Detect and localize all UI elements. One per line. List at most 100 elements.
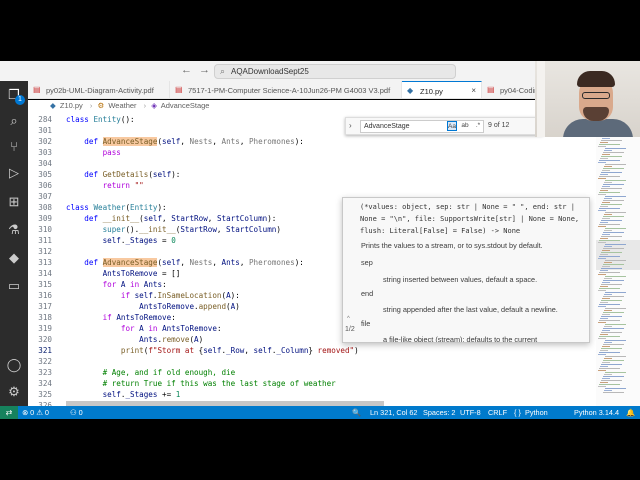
encoding[interactable]: UTF-8 bbox=[460, 408, 481, 417]
code-line[interactable]: 325 self._Stages += 1 bbox=[28, 389, 596, 400]
tab-z10-py[interactable]: ◆ Z10.py × bbox=[402, 81, 482, 98]
line-number: 310 bbox=[38, 225, 52, 234]
minimap-line bbox=[604, 150, 612, 151]
chevron-up-icon[interactable]: ^ bbox=[347, 316, 350, 322]
code-line[interactable]: 322 bbox=[28, 356, 596, 367]
python-interpreter[interactable]: Python 3.14.4 bbox=[574, 408, 619, 417]
minimap-line bbox=[601, 172, 622, 173]
minimap-line bbox=[599, 176, 620, 177]
indentation[interactable]: Spaces: 2 bbox=[423, 408, 455, 417]
minimap-line bbox=[604, 262, 612, 263]
back-arrow-icon[interactable]: ← bbox=[181, 64, 192, 76]
language-braces[interactable]: { } bbox=[514, 408, 521, 417]
minimap-line bbox=[599, 192, 620, 193]
find-widget: › AdvanceStage Aa ab .* 9 of 12 bbox=[345, 117, 543, 135]
minimap-line bbox=[603, 200, 624, 201]
zoom-icon[interactable]: 🔍 bbox=[352, 408, 361, 417]
minimap-line bbox=[601, 252, 622, 253]
code-line[interactable]: 324 # return True if this was the last s… bbox=[28, 378, 596, 389]
code-text: self._Stages = 0 bbox=[102, 236, 176, 245]
minimap-line bbox=[600, 158, 608, 159]
line-number: 316 bbox=[38, 291, 52, 300]
minimap-line bbox=[604, 230, 612, 231]
find-match-count: 9 of 12 bbox=[488, 122, 510, 129]
line-ending[interactable]: CRLF bbox=[488, 408, 507, 417]
code-text: return "" bbox=[102, 181, 144, 190]
minimap-line bbox=[600, 334, 608, 335]
line-number: 311 bbox=[38, 236, 52, 245]
minimap-line bbox=[598, 370, 606, 371]
problems-status[interactable]: ⊗ 0 ⚠ 0 bbox=[22, 408, 49, 417]
minimap-line bbox=[603, 376, 624, 377]
code-text: class Weather(Entity): bbox=[66, 203, 167, 212]
minimap-line bbox=[599, 240, 620, 241]
remote-explorer-icon[interactable]: ▭ bbox=[5, 277, 23, 295]
minimap-line bbox=[605, 372, 626, 373]
code-line[interactable]: 302 def AdvanceStage(self, Nests, Ants, … bbox=[28, 136, 596, 147]
remote-icon[interactable]: ⇄ bbox=[0, 406, 18, 419]
class-icon: ⚙ bbox=[97, 101, 105, 110]
chevron-right-icon[interactable]: › bbox=[349, 121, 352, 130]
bell-icon[interactable]: 🔔 bbox=[626, 408, 635, 417]
code-line[interactable]: 306 return "" bbox=[28, 180, 596, 191]
line-number: 301 bbox=[38, 126, 52, 135]
minimap-line bbox=[604, 198, 612, 199]
minimap-line bbox=[601, 268, 622, 269]
minimap-line bbox=[600, 350, 608, 351]
code-text: AntsToRemove = [] bbox=[102, 269, 181, 278]
cursor-position[interactable]: Ln 321, Col 62 bbox=[370, 408, 417, 417]
tab-py04-pdf[interactable]: ▤ py04-Codin bbox=[482, 81, 535, 98]
minimap-line bbox=[600, 382, 608, 383]
code-text: for A in AntsToRemove: bbox=[120, 324, 222, 333]
match-case-toggle[interactable]: Aa bbox=[447, 121, 457, 131]
whole-word-toggle[interactable]: ab bbox=[460, 121, 470, 131]
code-text: def AdvanceStage(self, Nests, Ants, Pher… bbox=[84, 258, 304, 267]
code-text: # Age, and if old enough, die bbox=[102, 368, 236, 377]
breadcrumb-class[interactable]: Weather bbox=[108, 101, 136, 110]
minimap[interactable] bbox=[596, 112, 640, 406]
code-line[interactable]: 305 def GetDetails(self): bbox=[28, 169, 596, 180]
command-center-search[interactable]: ⌕ AQADownloadSept25 bbox=[214, 64, 456, 79]
tab-exam-pdf[interactable]: ▤ 7517-1-PM-Computer Science-A-10Jun26-P… bbox=[170, 81, 402, 98]
tab-uml-pdf[interactable]: ▤ py02b-UML-Diagram-Activity.pdf bbox=[28, 81, 170, 98]
line-number: 312 bbox=[38, 247, 52, 256]
minimap-line bbox=[600, 302, 608, 303]
chevron-right-icon: › bbox=[143, 101, 147, 110]
minimap-line bbox=[605, 356, 626, 357]
regex-toggle[interactable]: .* bbox=[473, 121, 483, 131]
run-debug-icon[interactable]: ▷ bbox=[5, 164, 23, 182]
minimap-line bbox=[603, 280, 624, 281]
breadcrumb-file[interactable]: Z10.py bbox=[60, 101, 83, 110]
code-line[interactable]: 321 print(f"Storm at {self._Row, self._C… bbox=[28, 345, 596, 356]
language-mode[interactable]: Python bbox=[525, 408, 548, 417]
minimap-line bbox=[602, 154, 610, 155]
ports-status[interactable]: ⚇ 0 bbox=[70, 408, 83, 417]
tab-label: Z10.py bbox=[420, 87, 443, 96]
webcam-overlay bbox=[535, 61, 640, 137]
minimap-line bbox=[602, 138, 610, 139]
minimap-line bbox=[601, 300, 622, 301]
pdf-icon: ▤ bbox=[487, 85, 495, 94]
minimap-line bbox=[605, 180, 626, 181]
source-control-icon[interactable]: ⑂ bbox=[5, 138, 23, 156]
extensions-icon[interactable]: ⊞ bbox=[5, 193, 23, 211]
minimap-line bbox=[600, 318, 608, 319]
line-number: 302 bbox=[38, 137, 52, 146]
minimap-line bbox=[603, 296, 624, 297]
minimap-line bbox=[603, 232, 624, 233]
account-icon[interactable]: ◯ bbox=[5, 356, 23, 374]
code-line[interactable]: 323 # Age, and if old enough, die bbox=[28, 367, 596, 378]
search-icon[interactable]: ⌕ bbox=[5, 112, 23, 130]
forward-arrow-icon[interactable]: → bbox=[199, 64, 210, 76]
code-text: def AdvanceStage(self, Nests, Ants, Pher… bbox=[84, 137, 304, 146]
minimap-line bbox=[598, 354, 606, 355]
code-line[interactable]: 303 pass bbox=[28, 147, 596, 158]
breadcrumb-method[interactable]: AdvanceStage bbox=[161, 101, 210, 110]
close-icon[interactable]: × bbox=[471, 86, 476, 95]
testing-icon[interactable]: ⚗ bbox=[5, 221, 23, 239]
minimap-line bbox=[605, 196, 626, 197]
python-icon[interactable]: ◆ bbox=[5, 249, 23, 267]
code-line[interactable]: 304 bbox=[28, 158, 596, 169]
gear-icon[interactable]: ⚙ bbox=[5, 383, 23, 401]
minimap-line bbox=[604, 374, 612, 375]
